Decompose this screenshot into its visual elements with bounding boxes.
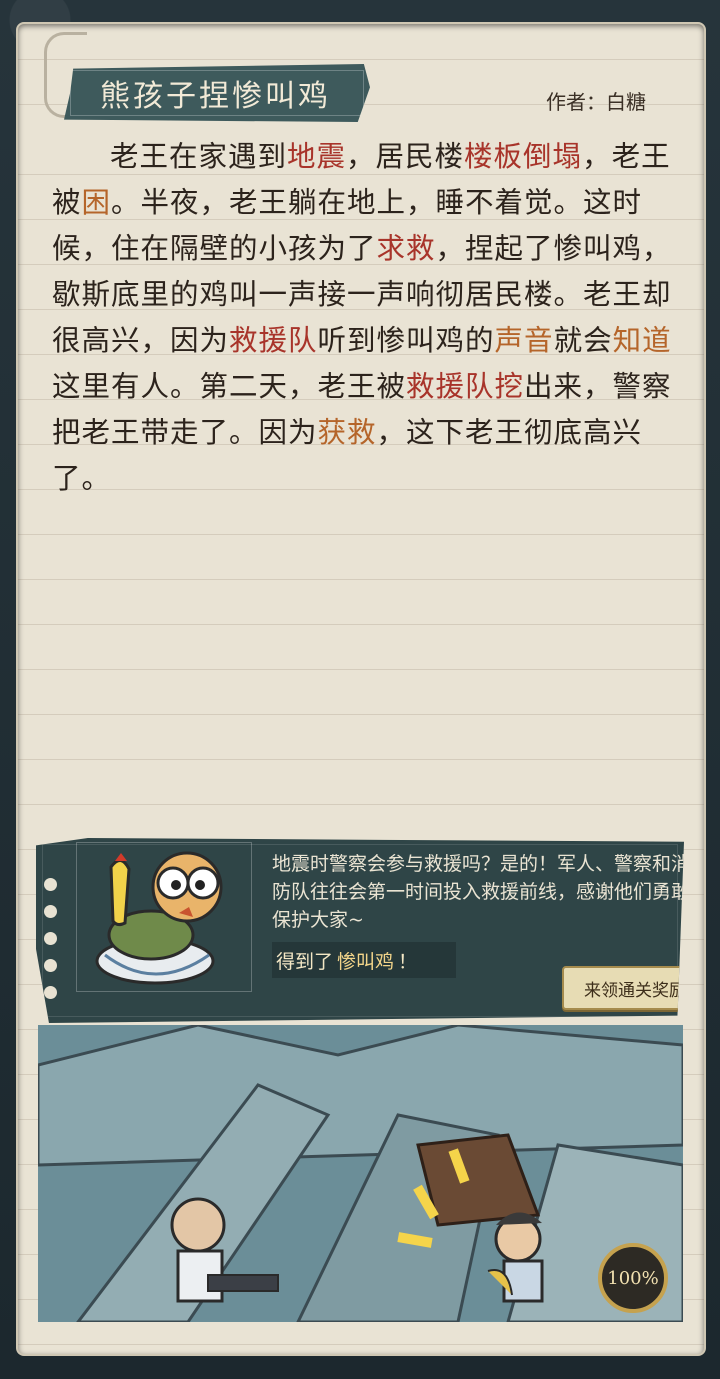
collapsed-building-icon	[38, 1025, 683, 1322]
story-segment: 这里有人。第二天，老王被	[52, 370, 407, 403]
title-banner: 熊孩子捏惨叫鸡	[64, 64, 370, 122]
story-segment: ，居民楼	[346, 140, 465, 173]
story-keyword: 救援队	[229, 324, 318, 357]
story-segment: 就会	[553, 324, 613, 357]
earthquake-scene-illustration	[38, 1025, 683, 1322]
turtle-chicken-icon	[95, 851, 223, 985]
story-text: 老王在家遇到地震，居民楼楼板倒塌，老王被困。半夜，老王躺在地上，睡不着觉。这时候…	[52, 134, 687, 502]
story-keyword: 地震	[287, 140, 347, 173]
story-title: 熊孩子捏惨叫鸡	[100, 79, 331, 114]
story-keyword: 知道	[612, 324, 672, 357]
reward-suffix: ！	[398, 950, 418, 973]
notebook-holes	[44, 878, 57, 1013]
story-segment: 老王在家遇到	[110, 140, 288, 173]
reward-info-text: 地震时警察会参与救援吗？是的！军人、警察和消防队往往会第一时间投入救援前线，感谢…	[272, 853, 691, 931]
story-author: 作者：白糖	[546, 90, 646, 114]
reward-panel: 地震时警察会参与救援吗？是的！军人、警察和消防队往往会第一时间投入救援前线，感谢…	[36, 838, 684, 1023]
story-keyword: 获救	[317, 416, 377, 449]
story-keyword: 求救	[376, 232, 436, 265]
reward-item-name: 惨叫鸡	[337, 950, 395, 973]
reward-obtained: 得到了 惨叫鸡 ！	[272, 942, 456, 978]
completion-badge: 100%	[598, 1243, 668, 1313]
story-keyword: 救援队挖	[406, 370, 525, 403]
story-keyword: 困	[81, 186, 112, 219]
reward-illustration	[76, 842, 252, 992]
story-keyword: 声音	[494, 324, 554, 357]
story-segment: 听到惨叫鸡的	[317, 324, 495, 357]
reward-prefix: 得到了	[276, 950, 334, 973]
story-keyword: 楼板倒塌	[464, 140, 583, 173]
